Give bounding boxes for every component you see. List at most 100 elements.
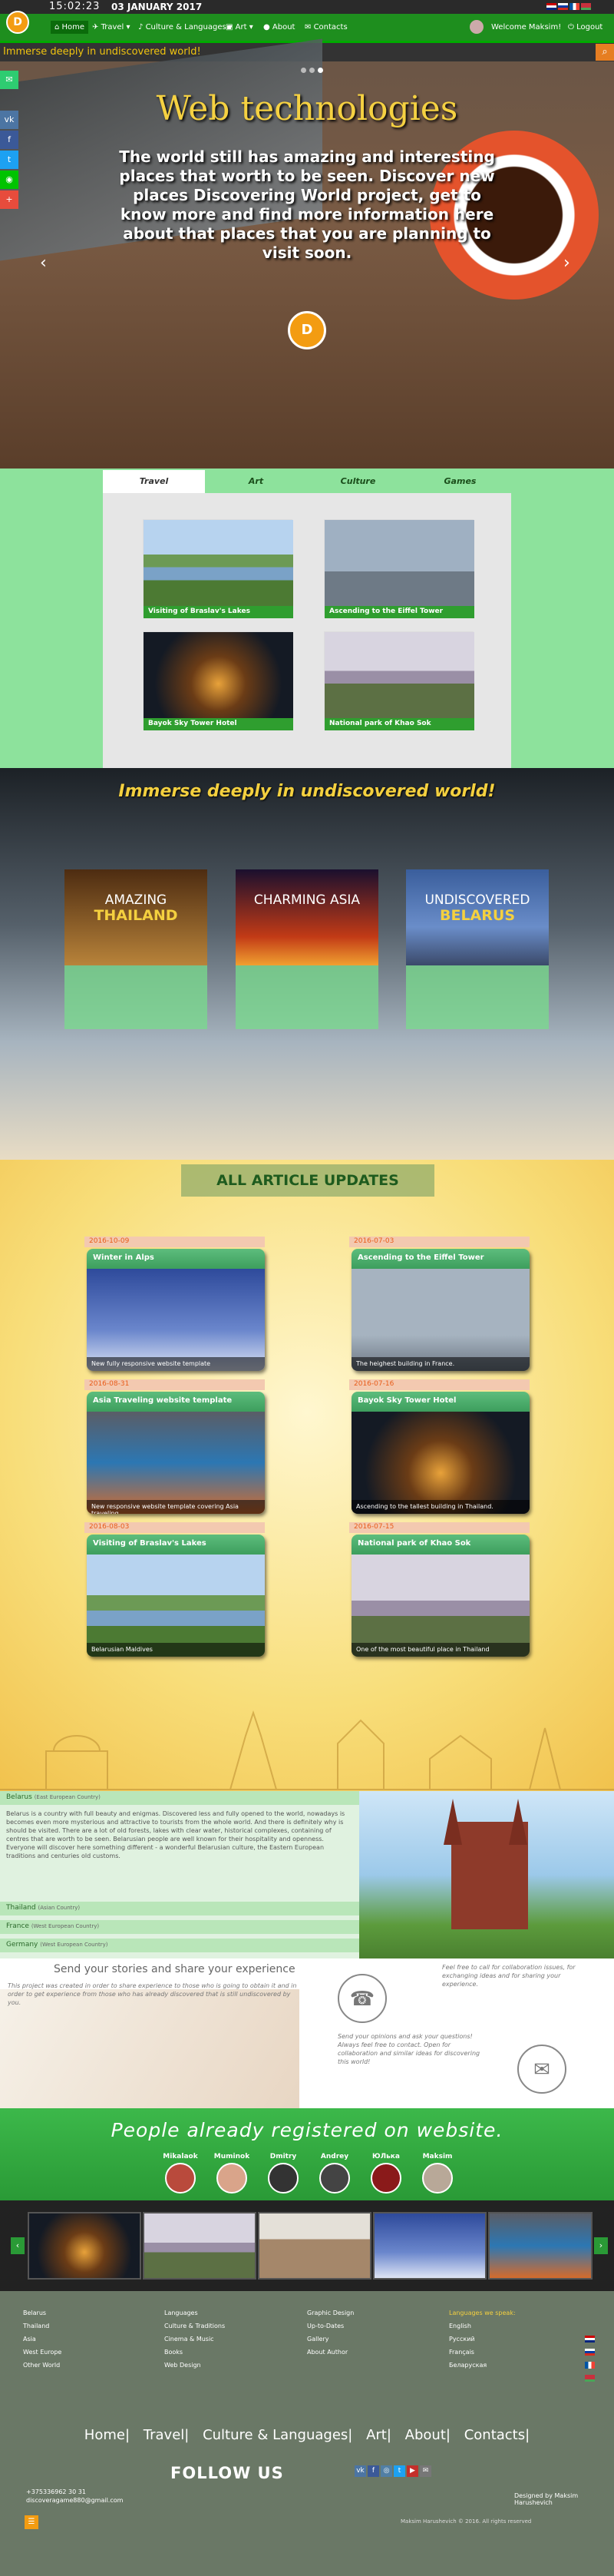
footer-link[interactable]: Thailand [23, 2319, 61, 2333]
footer-link[interactable]: Books [164, 2346, 225, 2359]
carousel-thumb[interactable] [143, 2212, 256, 2280]
carousel-next-icon[interactable]: › [594, 2237, 608, 2254]
slider-prev-icon[interactable]: ‹ [40, 253, 47, 273]
carousel-thumb[interactable] [258, 2212, 371, 2280]
facebook-share-icon[interactable]: f [0, 131, 18, 149]
copyright: Maksim Harushevich © 2016. All rights re… [401, 2518, 532, 2525]
vk-share-icon[interactable]: vk [0, 111, 18, 129]
plus-share-icon[interactable]: + [0, 190, 18, 209]
country-france[interactable]: France (West European Country) [0, 1920, 359, 1934]
nav-about[interactable]: ● About [263, 23, 295, 31]
country-thailand[interactable]: Thailand (Asian Country) [0, 1902, 359, 1915]
footer-link[interactable]: Web Design [164, 2359, 225, 2372]
slider-next-icon[interactable]: › [563, 253, 570, 273]
twitter-icon[interactable]: t [394, 2465, 405, 2477]
article-date: 2016-07-16 [349, 1379, 530, 1390]
nav-travel[interactable]: ✈ Travel ▾ [92, 23, 130, 31]
flag-uk-icon[interactable] [546, 3, 556, 10]
footer-link[interactable]: Gallery [307, 2333, 354, 2346]
footer-email[interactable]: discoveragame880@gmail.com [26, 2496, 123, 2505]
lang-row[interactable]: Русский [449, 2333, 595, 2356]
tab-culture[interactable]: Culture [307, 470, 409, 493]
footer-link[interactable]: Up-to-Dates [307, 2319, 354, 2333]
slider-dot[interactable] [309, 68, 315, 73]
user-card[interactable]: Andrey [315, 2153, 354, 2194]
slider-dot-active[interactable] [318, 68, 323, 73]
search-icon[interactable]: ⌕ [596, 44, 614, 61]
footer-link[interactable]: Culture & Traditions [164, 2319, 225, 2333]
footer-nav-home[interactable]: Home| [84, 2427, 130, 2443]
tab-games[interactable]: Games [409, 470, 511, 493]
nav-home[interactable]: ⌂ Home [51, 21, 89, 34]
nav-culture[interactable]: ♪ Culture & Languages ▾ [138, 23, 233, 31]
logout-button[interactable]: ⏻ Logout [568, 23, 602, 31]
articles-section: ALL ARTICLE UPDATES 2016-10-09 Winter in… [0, 1160, 614, 1791]
tab-art[interactable]: Art [205, 470, 307, 493]
twitter-share-icon[interactable]: t [0, 151, 18, 169]
footer-link[interactable]: Cinema & Music [164, 2333, 225, 2346]
carousel-prev-icon[interactable]: ‹ [11, 2237, 25, 2254]
user-card[interactable]: Maksim [418, 2153, 457, 2194]
carousel-thumb[interactable] [28, 2212, 141, 2280]
article-card[interactable]: 2016-10-09 Winter in Alps New fully resp… [84, 1237, 265, 1371]
flag-ru-icon[interactable] [558, 3, 568, 10]
footer-link[interactable]: Belarus [23, 2306, 61, 2319]
mail-icon[interactable]: ✉ [420, 2465, 431, 2477]
lang-row[interactable]: English [449, 2319, 595, 2343]
article-card[interactable]: 2016-08-03 Visiting of Braslav's Lakes B… [84, 1522, 265, 1657]
footer-nav-contacts[interactable]: Contacts| [464, 2427, 530, 2443]
country-belarus[interactable]: Belarus (East European Country) [0, 1791, 359, 1805]
travel-card[interactable]: Visiting of Braslav's Lakes [143, 519, 293, 618]
flag-fr-icon[interactable] [569, 3, 579, 10]
user-card[interactable]: ЮЛька [367, 2153, 405, 2194]
travel-card[interactable]: National park of Khao Sok [324, 631, 474, 730]
article-desc: One of the most beautiful place in Thail… [352, 1643, 530, 1657]
user-avatar [216, 2163, 247, 2194]
footer-link[interactable]: Languages [164, 2306, 225, 2319]
country-germany[interactable]: Germany (West European Country) [0, 1939, 359, 1952]
slider-dot[interactable] [301, 68, 306, 73]
footer-link[interactable]: West Europe [23, 2346, 61, 2359]
flag-by-icon[interactable] [581, 3, 591, 10]
destination-asia[interactable]: CHARMING ASIA [236, 869, 378, 1029]
user-card[interactable]: Mikalaok [161, 2153, 200, 2194]
footer-link[interactable]: Graphic Design [307, 2306, 354, 2319]
footer-nav-about[interactable]: About| [405, 2427, 451, 2443]
article-desc: Belarusian Maldives [87, 1643, 265, 1657]
destination-thailand[interactable]: AMAZING THAILAND [64, 869, 207, 1029]
user-card[interactable]: Muminok [213, 2153, 251, 2194]
email-share-icon[interactable]: ✉ [0, 71, 18, 89]
lang-row[interactable]: Беларуская [449, 2359, 595, 2382]
footer-nav-travel[interactable]: Travel| [144, 2427, 190, 2443]
footer-nav-art[interactable]: Art| [366, 2427, 391, 2443]
facebook-icon[interactable]: f [368, 2465, 379, 2477]
footer-link[interactable]: Other World [23, 2359, 61, 2372]
user-avatar[interactable] [470, 20, 484, 34]
footer-link[interactable]: Asia [23, 2333, 61, 2346]
youtube-icon[interactable]: ▶ [407, 2465, 418, 2477]
vk-icon[interactable]: vk [355, 2465, 366, 2477]
article-card[interactable]: 2016-07-03 Ascending to the Eiffel Tower… [349, 1237, 530, 1371]
lang-row[interactable]: Français [449, 2346, 595, 2369]
line-share-icon[interactable]: ◉ [0, 171, 18, 189]
destination-belarus[interactable]: UNDISCOVERED BELARUS [406, 869, 549, 1029]
destination-label: UNDISCOVERED BELARUS [406, 892, 549, 923]
rss-icon[interactable]: ☰ [25, 2515, 38, 2529]
phone-icon[interactable]: ☎ [338, 1974, 387, 2023]
nav-art[interactable]: ▣ Art ▾ [226, 23, 253, 31]
travel-card[interactable]: Ascending to the Eiffel Tower [324, 519, 474, 618]
article-card[interactable]: 2016-07-16 Bayok Sky Tower Hotel Ascendi… [349, 1379, 530, 1514]
carousel-thumb[interactable] [488, 2212, 593, 2280]
article-card[interactable]: 2016-08-31 Asia Traveling website templa… [84, 1379, 265, 1514]
footer-link[interactable]: About Author [307, 2346, 354, 2359]
mail-icon[interactable]: ✉ [517, 2045, 566, 2094]
tab-travel[interactable]: Travel [103, 470, 205, 493]
carousel-thumb[interactable] [373, 2212, 487, 2280]
user-card[interactable]: Dmitry [264, 2153, 302, 2194]
article-card[interactable]: 2016-07-15 National park of Khao Sok One… [349, 1522, 530, 1657]
travel-card[interactable]: Bayok Sky Tower Hotel [143, 631, 293, 730]
site-logo[interactable]: D [6, 11, 29, 34]
nav-contacts[interactable]: ✉ Contacts [305, 23, 348, 31]
footer-nav-culture[interactable]: Culture & Languages| [203, 2427, 352, 2443]
instagram-icon[interactable]: ◎ [381, 2465, 392, 2477]
